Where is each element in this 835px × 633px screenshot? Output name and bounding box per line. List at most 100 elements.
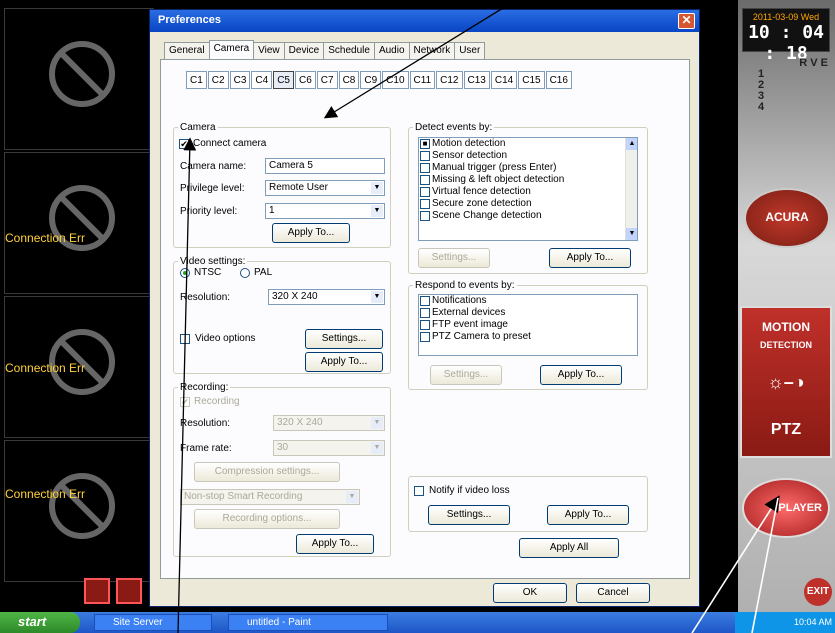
ptz-button[interactable]: PTZ <box>742 393 830 439</box>
camera-tab[interactable]: C8 <box>338 71 360 89</box>
start-button[interactable]: start <box>0 612 80 633</box>
camera-tab[interactable]: C15 <box>518 71 545 89</box>
list-item-checkbox[interactable] <box>420 308 430 318</box>
list-item[interactable]: Scene Change detection <box>419 210 637 222</box>
chevron-down-icon[interactable]: ▼ <box>371 182 383 194</box>
list-item-checkbox[interactable] <box>420 199 430 209</box>
list-item[interactable]: Sensor detection <box>419 150 637 162</box>
camera-name-input[interactable]: Camera 5 <box>265 158 385 174</box>
recording-checkbox[interactable]: ✔ <box>180 397 190 407</box>
video-loss-apply-to-button[interactable]: Apply To... <box>547 505 629 525</box>
camera-tab[interactable]: C13 <box>463 71 490 89</box>
camera-tab[interactable]: C10 <box>382 71 409 89</box>
list-item-checkbox[interactable] <box>420 332 430 342</box>
tab-general[interactable]: General <box>164 42 210 59</box>
chevron-down-icon[interactable]: ▼ <box>371 205 383 217</box>
list-item-checkbox[interactable] <box>420 296 430 306</box>
list-item[interactable]: Notifications <box>419 295 637 307</box>
video-loss-checkbox[interactable] <box>414 486 424 496</box>
taskbar-item[interactable]: untitled - Paint <box>228 614 388 631</box>
scrollbar[interactable]: ▲ ▼ <box>625 138 637 240</box>
camera-tab[interactable]: C14 <box>490 71 518 89</box>
camera-apply-to-button[interactable]: Apply To... <box>272 223 350 243</box>
camera-tab[interactable]: C9 <box>360 71 382 89</box>
taskbar-item[interactable]: Site Server <box>94 614 212 631</box>
priority-level-select[interactable]: 1 ▼ <box>265 203 385 219</box>
camera-tile[interactable]: Connection Err <box>4 440 154 582</box>
list-item-checkbox[interactable] <box>420 175 430 185</box>
chevron-down-icon[interactable]: ▼ <box>371 417 383 429</box>
compression-settings-button[interactable]: Compression settings... <box>194 462 340 482</box>
apply-all-button[interactable]: Apply All <box>519 538 619 558</box>
list-item[interactable]: Missing & left object detection <box>419 174 637 186</box>
list-item[interactable]: Manual trigger (press Enter) <box>419 162 637 174</box>
chevron-down-icon[interactable]: ▼ <box>371 442 383 454</box>
scroll-down-icon[interactable]: ▼ <box>626 228 637 240</box>
list-item-checkbox[interactable] <box>420 163 430 173</box>
respond-apply-to-button[interactable]: Apply To... <box>540 365 622 385</box>
detect-apply-to-button[interactable]: Apply To... <box>549 248 631 268</box>
camera-tab[interactable]: C6 <box>294 71 316 89</box>
list-item[interactable]: External devices <box>419 307 637 319</box>
detect-events-list[interactable]: ■ Motion detection Sensor detection Manua… <box>418 137 638 241</box>
camera-tab-active[interactable]: C5 <box>273 71 294 89</box>
camera-tile[interactable] <box>4 8 154 150</box>
player-button[interactable]: PLAYER <box>742 478 830 538</box>
list-item-checkbox[interactable] <box>420 187 430 197</box>
single-view-button[interactable] <box>84 578 110 604</box>
list-item[interactable]: FTP event image <box>419 319 637 331</box>
recording-resolution-select[interactable]: 320 X 240 ▼ <box>273 415 385 431</box>
camera-tab[interactable]: C11 <box>409 71 436 89</box>
pal-radio[interactable] <box>240 268 250 278</box>
close-icon[interactable]: ✕ <box>678 13 695 29</box>
chevron-down-icon[interactable]: ▼ <box>346 491 358 503</box>
video-options-checkbox[interactable] <box>180 334 190 344</box>
toggle-switch-icon[interactable]: ☼–◑ <box>742 350 830 393</box>
ntsc-radio[interactable] <box>180 268 190 278</box>
recording-options-button[interactable]: Recording options... <box>194 509 340 529</box>
list-item-checkbox[interactable]: ■ <box>420 139 430 149</box>
recording-mode-select[interactable]: Non-stop Smart Recording ▼ <box>180 489 360 505</box>
respond-events-list[interactable]: Notifications External devices FTP event… <box>418 294 638 356</box>
tab-audio[interactable]: Audio <box>373 42 410 59</box>
list-item[interactable]: Secure zone detection <box>419 198 637 210</box>
privilege-level-select[interactable]: Remote User ▼ <box>265 180 385 196</box>
list-item[interactable]: ■ Motion detection <box>419 138 637 150</box>
video-apply-to-button[interactable]: Apply To... <box>305 352 383 372</box>
camera-tab[interactable]: C1 <box>186 71 207 89</box>
video-loss-settings-button[interactable]: Settings... <box>428 505 510 525</box>
detect-settings-button[interactable]: Settings... <box>418 248 490 268</box>
camera-tab[interactable]: C16 <box>545 71 572 89</box>
camera-tile[interactable]: Connection Err <box>4 152 154 294</box>
cancel-button[interactable]: Cancel <box>576 583 650 603</box>
video-resolution-select[interactable]: 320 X 240 ▼ <box>268 289 385 305</box>
list-item-checkbox[interactable] <box>420 151 430 161</box>
dialog-titlebar[interactable]: Preferences ✕ <box>150 10 699 32</box>
list-item[interactable]: Virtual fence detection <box>419 186 637 198</box>
motion-detection-panel[interactable]: MOTION DETECTION ☼–◑ PTZ <box>740 306 832 458</box>
list-item-checkbox[interactable] <box>420 211 430 221</box>
camera-tile[interactable]: Connection Err <box>4 296 154 438</box>
tab-view[interactable]: View <box>253 42 285 59</box>
frame-rate-select[interactable]: 30 ▼ <box>273 440 385 456</box>
tab-device[interactable]: Device <box>283 42 325 59</box>
respond-settings-button[interactable]: Settings... <box>430 365 502 385</box>
camera-tab[interactable]: C2 <box>207 71 229 89</box>
quad-view-button[interactable] <box>116 578 142 604</box>
tab-camera[interactable]: Camera <box>208 40 255 59</box>
recording-apply-to-button[interactable]: Apply To... <box>296 534 374 554</box>
exit-button[interactable]: EXIT <box>804 578 832 606</box>
camera-tab[interactable]: C4 <box>251 71 273 89</box>
ok-button[interactable]: OK <box>493 583 567 603</box>
list-item[interactable]: PTZ Camera to preset <box>419 331 637 343</box>
tab-network[interactable]: Network <box>408 42 456 59</box>
camera-tab[interactable]: C7 <box>316 71 338 89</box>
tab-user[interactable]: User <box>454 42 486 59</box>
chevron-down-icon[interactable]: ▼ <box>371 291 383 303</box>
list-item-checkbox[interactable] <box>420 320 430 330</box>
connect-camera-checkbox[interactable]: ✔ <box>179 139 189 149</box>
video-settings-button[interactable]: Settings... <box>305 329 383 349</box>
scroll-up-icon[interactable]: ▲ <box>626 138 637 150</box>
tab-schedule[interactable]: Schedule <box>323 42 375 59</box>
camera-tab[interactable]: C3 <box>229 71 251 89</box>
